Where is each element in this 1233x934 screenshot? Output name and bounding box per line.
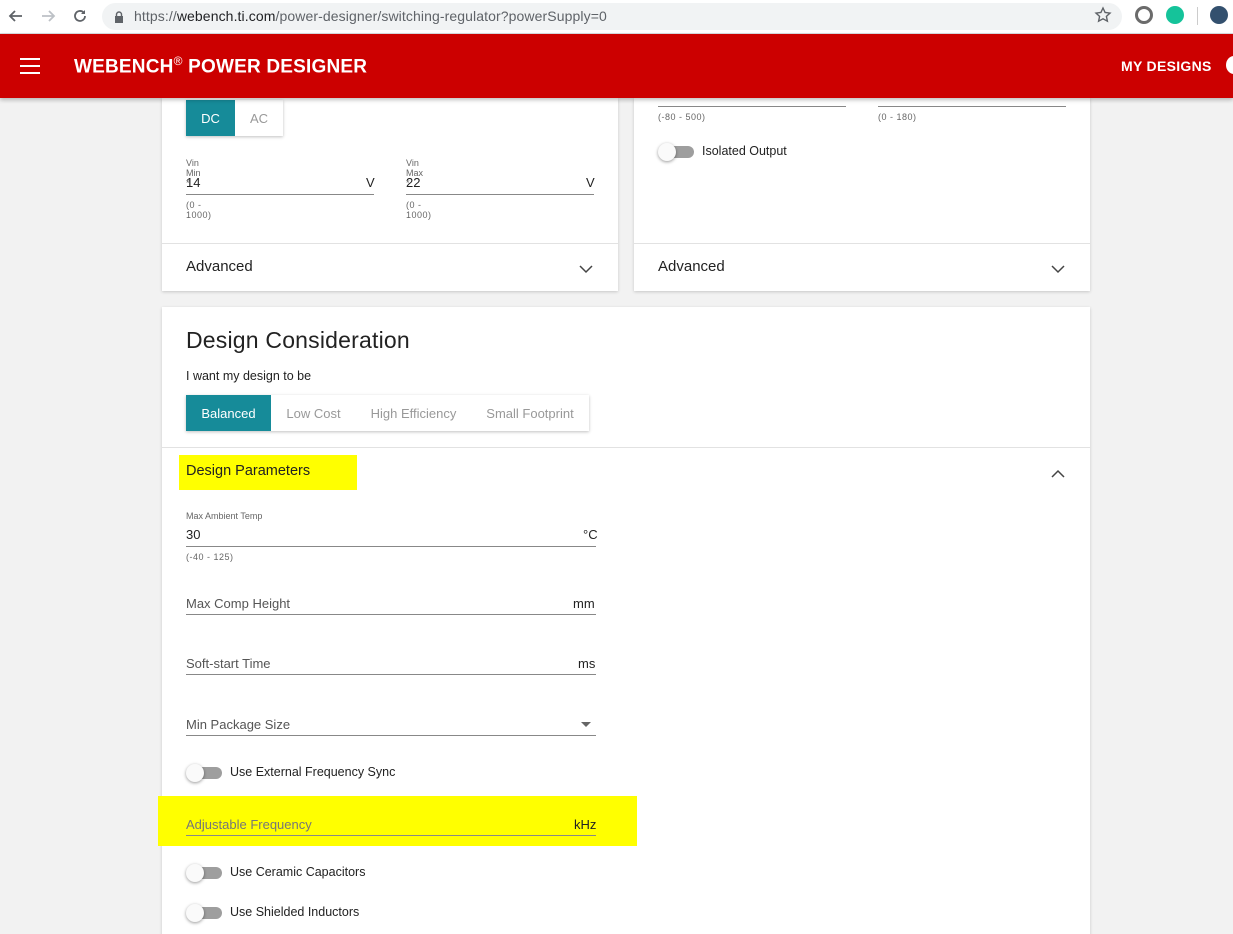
adjustable-frequency-unit: kHz [574, 817, 597, 832]
external-frequency-sync-label: Use External Frequency Sync [230, 765, 396, 779]
browser-toolbar: https://webench.ti.com/power-designer/sw… [0, 0, 1233, 34]
account-icon[interactable] [1226, 56, 1233, 74]
shielded-inductors-toggle[interactable] [186, 904, 222, 922]
external-frequency-sync-toggle[interactable] [186, 764, 222, 782]
option-small-footprint[interactable]: Small Footprint [471, 395, 589, 431]
vin-max-range: (0 - 1000) [406, 200, 432, 220]
lock-icon [114, 10, 124, 28]
design-goal-selector: Balanced Low Cost High Efficiency Small … [186, 395, 589, 431]
option-low-cost[interactable]: Low Cost [271, 395, 356, 431]
output-range-left: (-80 - 500) [658, 112, 706, 122]
bookmark-star-icon[interactable] [1094, 6, 1112, 29]
vin-min-value[interactable]: 14 [186, 175, 200, 190]
app-title: WEBENCH® POWER DESIGNER [74, 54, 368, 78]
dropdown-arrow-icon [581, 722, 591, 727]
source-type-ac[interactable]: AC [235, 100, 283, 136]
source-type-dc[interactable]: DC [186, 100, 235, 136]
vin-min-unit: V [366, 175, 375, 190]
back-icon[interactable] [5, 5, 27, 27]
forward-icon[interactable] [37, 5, 59, 27]
max-ambient-temp-value[interactable]: 30 [186, 527, 200, 542]
input-card: DC AC Vin Min * 14 V (0 - 1000) Vin Max … [162, 98, 618, 291]
source-type-toggle: DC AC [186, 100, 283, 136]
ceramic-capacitors-label: Use Ceramic Capacitors [230, 865, 366, 879]
chevron-down-icon [1051, 261, 1065, 279]
hamburger-menu-icon[interactable] [20, 58, 40, 74]
app-header: WEBENCH® POWER DESIGNER MY DESIGNS [0, 34, 1233, 98]
design-consideration-card: Design Consideration I want my design to… [158, 307, 1090, 934]
reload-icon[interactable] [69, 5, 91, 27]
max-ambient-temp-unit: °C [583, 527, 598, 542]
output-range-right: (0 - 180) [878, 112, 917, 122]
chevron-up-icon[interactable] [1051, 466, 1065, 484]
max-comp-height-unit: mm [573, 596, 595, 611]
option-high-efficiency[interactable]: High Efficiency [356, 395, 471, 431]
option-balanced[interactable]: Balanced [186, 395, 271, 431]
address-bar[interactable]: https://webench.ti.com/power-designer/sw… [102, 3, 1122, 30]
shielded-inductors-label: Use Shielded Inductors [230, 905, 360, 919]
isolated-output-toggle[interactable] [658, 143, 694, 161]
extension-icon[interactable] [1135, 6, 1153, 24]
toolbar-divider [1197, 7, 1198, 25]
my-designs-link[interactable]: MY DESIGNS [1121, 58, 1212, 74]
adjustable-frequency-label: Adjustable Frequency [186, 817, 312, 832]
isolated-output-label: Isolated Output [702, 144, 787, 158]
design-goal-subtitle: I want my design to be [186, 369, 312, 383]
output-card: (-80 - 500) (0 - 180) Isolated Output Ad… [634, 98, 1090, 291]
vin-max-unit: V [586, 175, 595, 190]
soft-start-time-label: Soft-start Time [186, 656, 271, 671]
vin-min-range: (0 - 1000) [186, 200, 212, 220]
soft-start-time-unit: ms [578, 656, 596, 671]
grammarly-icon[interactable] [1166, 6, 1184, 24]
url-text: https://webench.ti.com/power-designer/sw… [134, 8, 607, 24]
max-comp-height-label: Max Comp Height [186, 596, 291, 611]
section-title: Design Consideration [186, 327, 410, 353]
profile-avatar-icon[interactable] [1210, 6, 1228, 24]
min-package-size-label: Min Package Size [186, 717, 291, 732]
chevron-down-icon [579, 261, 593, 279]
design-parameters-title[interactable]: Design Parameters [186, 463, 310, 479]
vin-max-value[interactable]: 22 [406, 175, 420, 190]
ceramic-capacitors-toggle[interactable] [186, 864, 222, 882]
max-ambient-temp-range: (-40 - 125) [186, 552, 234, 562]
